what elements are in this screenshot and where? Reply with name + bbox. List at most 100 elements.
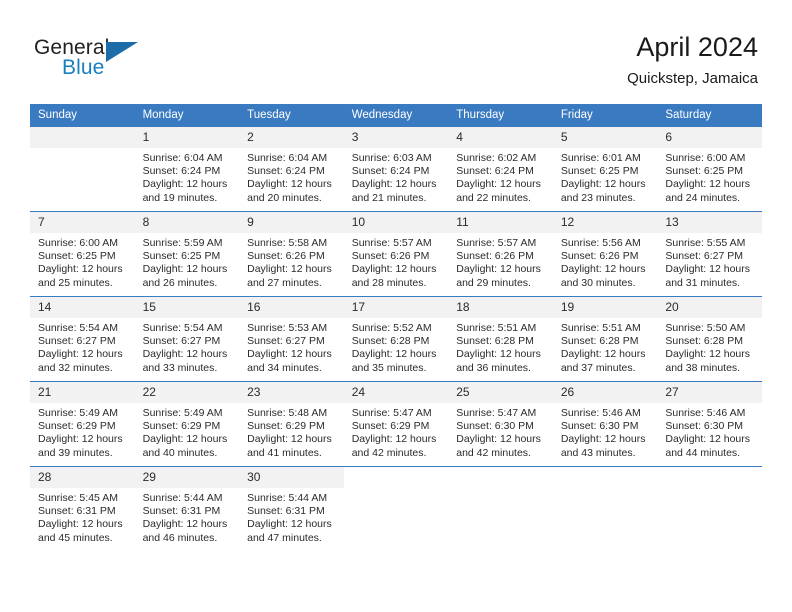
day-cell[interactable]: 4 Sunrise: 6:02 AM Sunset: 6:24 PM Dayli… bbox=[448, 127, 553, 212]
day-cell[interactable]: 18 Sunrise: 5:51 AM Sunset: 6:28 PM Dayl… bbox=[448, 296, 553, 382]
sunrise-text: Sunrise: 5:50 AM bbox=[665, 322, 746, 334]
day-cell[interactable] bbox=[30, 127, 135, 212]
weekday-header-wednesday: Wednesday bbox=[343, 104, 449, 127]
daylight-text-line1: Daylight: 12 hours bbox=[142, 263, 228, 276]
daylight-text-line2: and 42 minutes. bbox=[351, 446, 427, 459]
day-cell[interactable] bbox=[343, 466, 449, 551]
sunset-text: Sunset: 6:25 PM bbox=[560, 165, 639, 178]
weekday-header-sunday: Sunday bbox=[30, 104, 135, 127]
sunrise-text: Sunrise: 5:44 AM bbox=[247, 492, 328, 504]
day-cell[interactable] bbox=[657, 466, 762, 551]
day-number: 28 bbox=[30, 467, 135, 488]
daylight-text-line1: Daylight: 12 hours bbox=[560, 348, 646, 361]
day-cell[interactable]: 16 Sunrise: 5:53 AM Sunset: 6:27 PM Dayl… bbox=[239, 296, 344, 382]
day-cell[interactable]: 15 Sunrise: 5:54 AM Sunset: 6:27 PM Dayl… bbox=[134, 296, 240, 382]
general-blue-logo[interactable]: General Blue bbox=[34, 36, 154, 86]
weekday-header-tuesday: Tuesday bbox=[239, 104, 344, 127]
daylight-text-line1: Daylight: 12 hours bbox=[38, 263, 123, 276]
day-cell[interactable]: 1 Sunrise: 6:04 AM Sunset: 6:24 PM Dayli… bbox=[134, 127, 240, 212]
sunset-text: Sunset: 6:28 PM bbox=[560, 335, 639, 348]
daylight-text-line1: Daylight: 12 hours bbox=[456, 263, 541, 276]
day-number: 4 bbox=[448, 127, 553, 148]
sunset-text: Sunset: 6:25 PM bbox=[38, 250, 116, 263]
day-cell[interactable] bbox=[448, 466, 553, 551]
day-cell[interactable]: 19 Sunrise: 5:51 AM Sunset: 6:28 PM Dayl… bbox=[552, 296, 658, 382]
day-cell[interactable]: 12 Sunrise: 5:56 AM Sunset: 6:26 PM Dayl… bbox=[552, 211, 658, 297]
sunrise-text: Sunrise: 5:49 AM bbox=[38, 407, 118, 419]
day-number: 16 bbox=[239, 297, 344, 318]
day-cell[interactable]: 10 Sunrise: 5:57 AM Sunset: 6:26 PM Dayl… bbox=[343, 211, 449, 297]
page-title: April 2024 bbox=[636, 32, 758, 62]
day-number: 7 bbox=[30, 212, 135, 233]
day-number: 2 bbox=[239, 127, 344, 148]
day-cell[interactable]: 6 Sunrise: 6:00 AM Sunset: 6:25 PM Dayli… bbox=[657, 127, 762, 212]
day-number bbox=[343, 467, 449, 488]
sunrise-text: Sunrise: 5:47 AM bbox=[351, 407, 432, 419]
day-number: 14 bbox=[30, 297, 135, 318]
daylight-text-line2: and 26 minutes. bbox=[142, 276, 218, 289]
day-number: 25 bbox=[448, 382, 553, 403]
day-cell[interactable]: 9 Sunrise: 5:58 AM Sunset: 6:26 PM Dayli… bbox=[239, 211, 344, 297]
day-cell[interactable]: 2 Sunrise: 6:04 AM Sunset: 6:24 PM Dayli… bbox=[239, 127, 344, 212]
day-number: 10 bbox=[343, 212, 449, 233]
day-cell[interactable]: 17 Sunrise: 5:52 AM Sunset: 6:28 PM Dayl… bbox=[343, 296, 449, 382]
day-cell[interactable]: 22 Sunrise: 5:49 AM Sunset: 6:29 PM Dayl… bbox=[134, 381, 240, 467]
daylight-text-line1: Daylight: 12 hours bbox=[247, 178, 332, 191]
daylight-text-line2: and 41 minutes. bbox=[247, 446, 322, 459]
daylight-text-line1: Daylight: 12 hours bbox=[247, 348, 332, 361]
sunrise-text: Sunrise: 5:56 AM bbox=[560, 237, 641, 249]
page-header: General Blue April 2024 Quickstep, Jamai… bbox=[0, 0, 792, 100]
day-cell[interactable]: 20 Sunrise: 5:50 AM Sunset: 6:28 PM Dayl… bbox=[657, 296, 762, 382]
day-number: 11 bbox=[448, 212, 553, 233]
daylight-text-line1: Daylight: 12 hours bbox=[456, 178, 541, 191]
sunset-text: Sunset: 6:30 PM bbox=[665, 420, 744, 433]
daylight-text-line1: Daylight: 12 hours bbox=[142, 178, 228, 191]
sunrise-text: Sunrise: 5:59 AM bbox=[142, 237, 223, 249]
sunset-text: Sunset: 6:31 PM bbox=[142, 505, 221, 518]
day-cell[interactable]: 7 Sunrise: 6:00 AM Sunset: 6:25 PM Dayli… bbox=[30, 211, 135, 297]
day-cell[interactable]: 27 Sunrise: 5:46 AM Sunset: 6:30 PM Dayl… bbox=[657, 381, 762, 467]
daylight-text-line1: Daylight: 12 hours bbox=[351, 433, 437, 446]
daylight-text-line1: Daylight: 12 hours bbox=[665, 178, 751, 191]
week-row: 28 Sunrise: 5:45 AM Sunset: 6:31 PM Dayl… bbox=[30, 466, 762, 551]
day-cell[interactable]: 5 Sunrise: 6:01 AM Sunset: 6:25 PM Dayli… bbox=[552, 127, 658, 212]
sunrise-text: Sunrise: 5:46 AM bbox=[665, 407, 746, 419]
day-cell[interactable]: 30 Sunrise: 5:44 AM Sunset: 6:31 PM Dayl… bbox=[239, 466, 344, 551]
daylight-text-line2: and 47 minutes. bbox=[247, 531, 322, 544]
daylight-text-line1: Daylight: 12 hours bbox=[38, 348, 123, 361]
sunrise-text: Sunrise: 5:55 AM bbox=[665, 237, 746, 249]
daylight-text-line1: Daylight: 12 hours bbox=[351, 263, 437, 276]
day-cell[interactable]: 11 Sunrise: 5:57 AM Sunset: 6:26 PM Dayl… bbox=[448, 211, 553, 297]
day-number bbox=[657, 467, 762, 488]
weekday-header-saturday: Saturday bbox=[657, 104, 762, 127]
daylight-text-line1: Daylight: 12 hours bbox=[247, 433, 332, 446]
daylight-text-line1: Daylight: 12 hours bbox=[665, 433, 751, 446]
day-cell[interactable]: 23 Sunrise: 5:48 AM Sunset: 6:29 PM Dayl… bbox=[239, 381, 344, 467]
day-cell[interactable]: 26 Sunrise: 5:46 AM Sunset: 6:30 PM Dayl… bbox=[552, 381, 658, 467]
daylight-text-line2: and 27 minutes. bbox=[247, 276, 322, 289]
calendar-page: General Blue April 2024 Quickstep, Jamai… bbox=[0, 0, 792, 612]
day-cell[interactable]: 8 Sunrise: 5:59 AM Sunset: 6:25 PM Dayli… bbox=[134, 211, 240, 297]
sunset-text: Sunset: 6:26 PM bbox=[247, 250, 325, 263]
day-cell[interactable]: 29 Sunrise: 5:44 AM Sunset: 6:31 PM Dayl… bbox=[134, 466, 240, 551]
daylight-text-line2: and 34 minutes. bbox=[247, 361, 322, 374]
day-cell[interactable]: 21 Sunrise: 5:49 AM Sunset: 6:29 PM Dayl… bbox=[30, 381, 135, 467]
daylight-text-line1: Daylight: 12 hours bbox=[247, 518, 332, 531]
day-cell[interactable]: 3 Sunrise: 6:03 AM Sunset: 6:24 PM Dayli… bbox=[343, 127, 449, 212]
daylight-text-line1: Daylight: 12 hours bbox=[560, 263, 646, 276]
daylight-text-line2: and 29 minutes. bbox=[456, 276, 531, 289]
day-cell[interactable]: 24 Sunrise: 5:47 AM Sunset: 6:29 PM Dayl… bbox=[343, 381, 449, 467]
sunset-text: Sunset: 6:27 PM bbox=[665, 250, 744, 263]
day-cell[interactable] bbox=[552, 466, 658, 551]
sunset-text: Sunset: 6:25 PM bbox=[142, 250, 221, 263]
sunrise-text: Sunrise: 5:48 AM bbox=[247, 407, 328, 419]
page-subtitle: Quickstep, Jamaica bbox=[627, 70, 758, 87]
day-cell[interactable]: 14 Sunrise: 5:54 AM Sunset: 6:27 PM Dayl… bbox=[30, 296, 135, 382]
day-cell[interactable]: 25 Sunrise: 5:47 AM Sunset: 6:30 PM Dayl… bbox=[448, 381, 553, 467]
sunrise-text: Sunrise: 6:00 AM bbox=[38, 237, 118, 249]
day-cell[interactable]: 28 Sunrise: 5:45 AM Sunset: 6:31 PM Dayl… bbox=[30, 466, 135, 551]
daylight-text-line2: and 44 minutes. bbox=[665, 446, 741, 459]
day-number: 1 bbox=[134, 127, 240, 148]
day-cell[interactable]: 13 Sunrise: 5:55 AM Sunset: 6:27 PM Dayl… bbox=[657, 211, 762, 297]
sunset-text: Sunset: 6:24 PM bbox=[142, 165, 221, 178]
